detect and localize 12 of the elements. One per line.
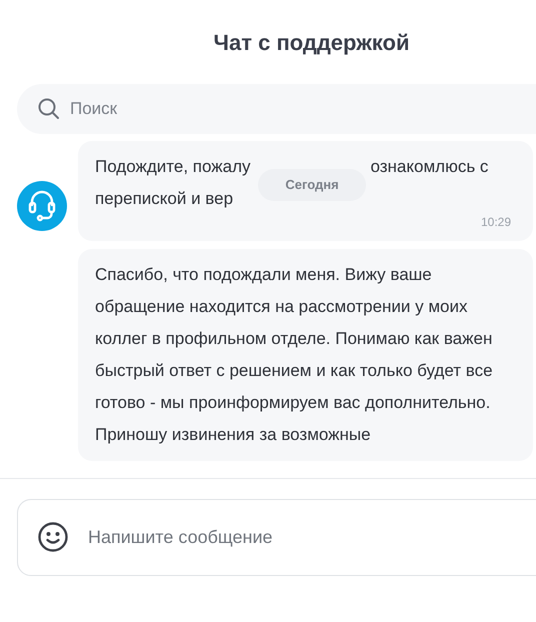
- search-field[interactable]: Поиск: [17, 84, 536, 134]
- smiley-icon: [37, 521, 69, 553]
- headset-icon: [28, 190, 56, 222]
- message-time: 10:29: [480, 214, 511, 231]
- date-badge: Сегодня: [258, 169, 366, 201]
- chat-title: Чат с поддержкой: [212, 29, 410, 57]
- search-icon: [38, 98, 60, 120]
- message-text: Спасибо, что подождали меня. Вижу ваше обращение находится на рассмотрении у моих коллег в профильном отделе. Понимаю как важен быстрый ответ с решением и как только будет все готово - мы проинформируем вас дополнительно. Приношу извинения за возможные: [95, 264, 494, 446]
- message-text: перепиской и вер: [95, 188, 234, 210]
- message-text: Подождите, пожалу: [95, 156, 250, 178]
- message-input[interactable]: Напишите сообщение: [17, 499, 536, 576]
- message-text: ознакомлюсь с: [370, 156, 488, 178]
